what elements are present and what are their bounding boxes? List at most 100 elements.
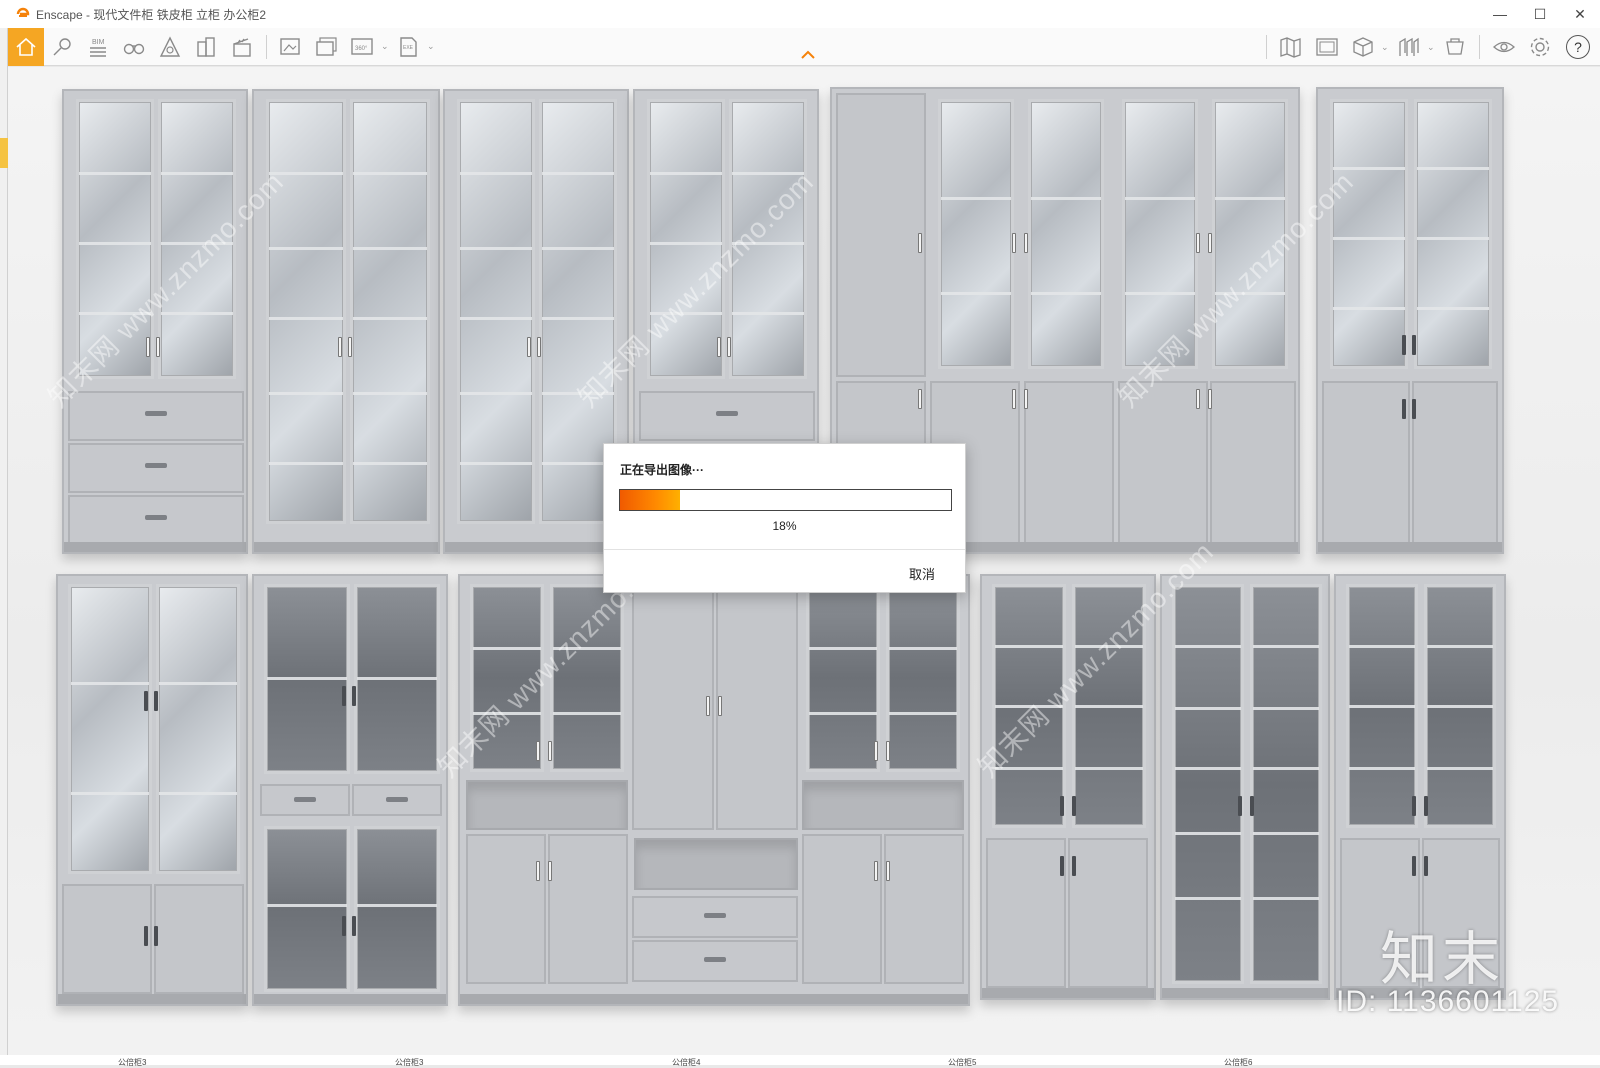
- lower-door: [1024, 381, 1114, 545]
- cabinet-bottom-1: [56, 574, 248, 1006]
- tall-door: [716, 580, 798, 830]
- open-shelf: [634, 838, 798, 890]
- glass-door: [647, 99, 725, 379]
- binoculars-button[interactable]: [116, 28, 152, 66]
- export-progress-dialog: 正在导出图像··· 18% 取消: [603, 443, 966, 593]
- screenshot-button[interactable]: [273, 28, 309, 66]
- glass-door: [350, 99, 430, 524]
- asset-library-button[interactable]: [1437, 28, 1473, 66]
- cube-button[interactable]: [1345, 28, 1381, 66]
- buildings-icon: [197, 36, 215, 57]
- bim-icon: BIM: [90, 39, 106, 57]
- asset-library-icon: [1446, 38, 1464, 55]
- panel-marker: [0, 138, 8, 168]
- home-icon: [16, 37, 36, 56]
- close-button[interactable]: ✕: [1560, 0, 1600, 28]
- panorama-360-icon: 360°: [351, 37, 373, 55]
- lower-door: [1322, 381, 1410, 545]
- drawer: [68, 391, 244, 441]
- solid-door: [836, 93, 926, 377]
- drawer: [632, 896, 798, 938]
- chevron-down-icon[interactable]: ⌄: [1381, 42, 1391, 53]
- glass-door: [992, 584, 1066, 828]
- svg-text:BIM: BIM: [92, 39, 105, 46]
- glass-door: [886, 584, 960, 772]
- home-button[interactable]: [8, 27, 44, 66]
- glass-door: [1212, 99, 1288, 369]
- help-button[interactable]: ?: [1566, 35, 1590, 59]
- panorama-button[interactable]: 360°: [345, 28, 381, 66]
- capture-icon: [53, 37, 71, 55]
- lower-door: [1210, 381, 1296, 545]
- glass-door: [1172, 584, 1244, 984]
- cabinet-top-2: [252, 89, 440, 554]
- view-settings-button[interactable]: [1486, 28, 1522, 66]
- map-button[interactable]: [1273, 28, 1309, 66]
- bim-button[interactable]: BIM: [80, 28, 116, 66]
- glass-door: [68, 584, 152, 874]
- glass-door: [76, 99, 154, 379]
- glass-door: [1414, 99, 1492, 369]
- collapse-chevron-icon[interactable]: [800, 48, 816, 60]
- lower-door: [466, 834, 546, 984]
- atmosphere-button[interactable]: [152, 28, 188, 66]
- cabinet-label: 公倍柜4: [672, 1058, 701, 1067]
- lower-door: [1118, 381, 1208, 545]
- drawer: [632, 940, 798, 982]
- minimize-button[interactable]: —: [1480, 0, 1520, 28]
- cancel-button[interactable]: 取消: [909, 564, 935, 583]
- glass-door: [266, 99, 346, 524]
- dialog-title: 正在导出图像···: [620, 463, 704, 477]
- settings-button[interactable]: [1522, 28, 1558, 66]
- cabinet-bottom-3: [458, 574, 970, 1006]
- toolbar-separator: [1266, 35, 1267, 59]
- dialog-divider: [604, 549, 965, 550]
- batch-render-button[interactable]: [309, 28, 345, 66]
- settings-icon: [1530, 37, 1550, 57]
- drawer: [260, 784, 350, 816]
- glass-door: [158, 99, 236, 379]
- glass-door: [457, 99, 535, 524]
- export-button[interactable]: EXE: [391, 28, 427, 66]
- cabinet-label: 公倍柜6: [1224, 1058, 1253, 1067]
- tall-door: [632, 580, 714, 830]
- map-icon: [1280, 37, 1301, 58]
- maximize-button[interactable]: ☐: [1520, 0, 1560, 28]
- view-icon: [1493, 41, 1515, 53]
- enscape-logo-icon: [16, 7, 30, 17]
- svg-text:360°: 360°: [355, 46, 368, 52]
- toolbar-separator: [1479, 35, 1480, 59]
- progress-fill: [620, 490, 680, 510]
- cabinet-top-6: [1316, 87, 1504, 554]
- glass-door: [1250, 584, 1322, 984]
- bottom-labels: 公倍柜3 公倍柜3 公倍柜4 公倍柜5 公倍柜6: [0, 1057, 1600, 1067]
- glass-door: [729, 99, 807, 379]
- glass-door: [938, 99, 1014, 369]
- video-editor-button[interactable]: [224, 28, 260, 66]
- lower-door: [986, 838, 1066, 988]
- chevron-down-icon[interactable]: ⌄: [381, 41, 391, 52]
- chevron-down-icon[interactable]: ⌄: [427, 41, 437, 52]
- drawer: [68, 443, 244, 493]
- watermark-logo: 知末: [1380, 925, 1505, 993]
- glass-door: [1330, 99, 1408, 369]
- capture-button[interactable]: [44, 28, 80, 66]
- glass-door: [470, 584, 544, 772]
- sketch-button[interactable]: [1309, 28, 1345, 66]
- chevron-down-icon[interactable]: ⌄: [1427, 42, 1437, 53]
- cabinet-label: 公倍柜3: [395, 1058, 424, 1067]
- glass-door: [264, 826, 350, 992]
- orthographic-button[interactable]: [1391, 28, 1427, 66]
- cabinet-bottom-2: [252, 574, 448, 1006]
- glass-door: [156, 584, 240, 874]
- lower-door: [1068, 838, 1148, 988]
- progress-bar: [619, 489, 952, 511]
- buildings-button[interactable]: [188, 28, 224, 66]
- glass-door: [354, 584, 440, 774]
- lower-door: [1412, 381, 1498, 545]
- open-shelf: [466, 780, 628, 830]
- cabinet-top-1: [62, 89, 248, 554]
- glass-door: [264, 584, 350, 774]
- drawer: [639, 391, 815, 441]
- cabinet-label: 公倍柜3: [118, 1058, 147, 1067]
